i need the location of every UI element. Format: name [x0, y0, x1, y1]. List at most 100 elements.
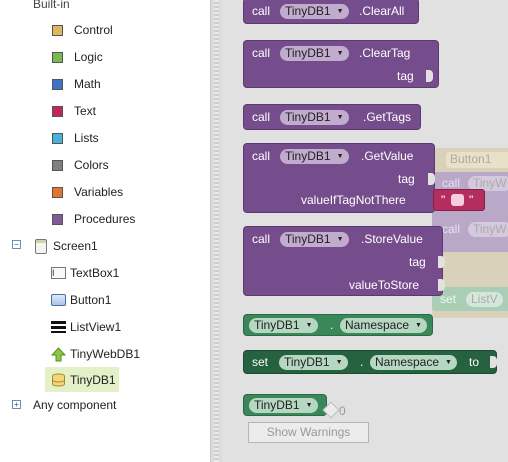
dropdown-arrow-icon: ▼	[336, 50, 344, 58]
component-dropdown[interactable]: TinyDB1 ▼	[280, 4, 349, 19]
builtin-item-logic[interactable]: Logic	[52, 47, 103, 67]
value-socket[interactable]	[490, 356, 497, 368]
collapse-screen1-toggle[interactable]: −	[12, 240, 21, 249]
dot-label: .	[330, 318, 334, 332]
quote-open: "	[441, 193, 446, 207]
value-if-tag-not-there-label: valueIfTagNotThere	[301, 193, 406, 207]
tinywebdb-icon	[50, 346, 67, 362]
builtin-item-label: Lists	[74, 131, 99, 145]
text-drawer-icon	[52, 105, 63, 117]
textbox-icon: I	[51, 267, 66, 279]
getvalue-block[interactable]: call TinyDB1 ▼ .GetValue tag valueIfTagNo…	[243, 143, 435, 213]
builtin-item-label: Control	[74, 23, 113, 37]
builtin-item-procedures[interactable]: Procedures	[52, 209, 135, 229]
dropdown-arrow-icon: ▼	[336, 153, 344, 161]
call-label: call	[252, 149, 271, 163]
call-label: call	[252, 46, 271, 60]
empty-text-block[interactable]: " "	[433, 189, 485, 211]
math-drawer-icon	[52, 78, 63, 90]
ghost-listview-dropdown: ListV	[466, 292, 503, 307]
builtin-item-variables[interactable]: Variables	[52, 182, 123, 202]
component-tinywebdb1[interactable]: TinyWebDB1	[50, 344, 140, 364]
logic-drawer-icon	[52, 51, 63, 63]
builtin-item-label: Procedures	[74, 212, 136, 226]
tinydb-icon	[51, 373, 66, 387]
to-label: to	[469, 355, 480, 369]
warnings-count: 0	[339, 404, 346, 418]
component-button1[interactable]: Button1	[51, 290, 111, 310]
dropdown-arrow-icon: ▼	[305, 402, 313, 410]
component-dropdown[interactable]: TinyDB1 ▼	[279, 355, 348, 370]
ghost-call-label-2: call	[442, 222, 461, 236]
builtin-item-label: Math	[74, 77, 101, 91]
tag-input-socket[interactable]	[426, 70, 433, 82]
storevalue-block[interactable]: call TinyDB1 ▼ .StoreValue tag valueToSto…	[243, 226, 445, 296]
builtin-item-label: Logic	[74, 50, 103, 64]
screen1-label: Screen1	[53, 239, 98, 253]
ghost-button-label: Button1	[450, 152, 492, 166]
dropdown-arrow-icon: ▼	[336, 114, 344, 122]
builtin-item-label: Variables	[74, 185, 124, 199]
property-dropdown[interactable]: Namespace ▼	[370, 355, 457, 370]
tag-input-socket[interactable]	[428, 173, 435, 185]
value-to-store-socket[interactable]	[438, 279, 445, 291]
lists-drawer-icon	[52, 132, 63, 144]
dropdown-arrow-icon: ▼	[336, 8, 344, 16]
dropdown-arrow-icon: ▼	[336, 236, 344, 244]
component-dropdown[interactable]: TinyDB1 ▼	[280, 46, 349, 61]
gettags-block[interactable]: call TinyDB1 ▼ .GetTags	[243, 104, 421, 130]
component-dropdown[interactable]: TinyDB1 ▼	[280, 232, 349, 247]
component-textbox1[interactable]: I TextBox1	[51, 263, 119, 283]
tag-socket-label: tag	[398, 172, 415, 186]
text-field[interactable]	[451, 194, 464, 206]
blocks-palette: Built-in Control Logic Math Text Lists C…	[0, 0, 210, 462]
component-listview1[interactable]: ListView1	[51, 317, 121, 337]
ghost-tinyweb-dropdown-2: TinyW	[468, 222, 508, 237]
button-icon	[51, 294, 66, 306]
builtin-item-control[interactable]: Control	[52, 20, 113, 40]
component-tinydb1[interactable]: TinyDB1	[45, 367, 119, 392]
screen1-node[interactable]: Screen1	[35, 236, 98, 256]
call-label: call	[252, 232, 271, 246]
value-to-store-label: valueToStore	[349, 278, 420, 292]
quote-close: "	[469, 193, 474, 207]
component-dropdown[interactable]: TinyDB1 ▼	[249, 398, 318, 413]
method-name: .GetTags	[363, 110, 412, 124]
procedures-drawer-icon	[52, 213, 63, 225]
builtin-item-math[interactable]: Math	[52, 74, 101, 94]
cleartag-block[interactable]: call TinyDB1 ▼ .ClearTag tag	[243, 40, 439, 88]
any-component-node[interactable]: Any component	[33, 395, 116, 415]
variables-drawer-icon	[52, 186, 63, 198]
clearall-block[interactable]: call TinyDB1 ▼ .ClearAll	[243, 0, 419, 24]
set-label: set	[252, 355, 269, 369]
dropdown-arrow-icon: ▼	[415, 322, 422, 330]
dot-label: .	[360, 355, 364, 369]
show-warnings-button[interactable]: Show Warnings	[248, 422, 369, 443]
namespace-getter-block[interactable]: TinyDB1 ▼ . Namespace ▼	[243, 314, 433, 336]
method-name: .ClearAll	[359, 4, 405, 18]
component-dropdown[interactable]: TinyDB1 ▼	[280, 110, 349, 125]
property-dropdown[interactable]: Namespace ▼	[340, 318, 427, 333]
expand-any-component-toggle[interactable]: +	[12, 400, 21, 409]
dropdown-arrow-icon: ▼	[305, 322, 313, 330]
tag-input-socket[interactable]	[438, 256, 445, 268]
namespace-setter-block[interactable]: set TinyDB1 ▼ . Namespace ▼ to	[243, 350, 497, 374]
component-label: ListView1	[70, 320, 122, 334]
builtin-item-text[interactable]: Text	[52, 101, 96, 121]
method-name: .StoreValue	[361, 232, 423, 246]
screen-icon	[35, 238, 47, 254]
builtin-label[interactable]: Built-in	[33, 0, 70, 14]
colors-drawer-icon	[52, 159, 63, 171]
blocks-workspace[interactable]: Button1 call TinyW call TinyW set ListV …	[222, 0, 508, 462]
component-dropdown[interactable]: TinyDB1 ▼	[280, 149, 349, 164]
component-block[interactable]: TinyDB1 ▼	[243, 394, 327, 416]
tag-socket-label: tag	[397, 69, 414, 83]
sidebar-splitter[interactable]	[210, 0, 222, 462]
dropdown-arrow-icon: ▼	[445, 359, 452, 367]
dropdown-arrow-icon: ▼	[335, 359, 343, 367]
component-dropdown[interactable]: TinyDB1 ▼	[249, 318, 318, 333]
component-label: TinyDB1	[70, 372, 116, 387]
builtin-item-colors[interactable]: Colors	[52, 155, 109, 175]
builtin-item-label: Text	[74, 104, 97, 118]
builtin-item-lists[interactable]: Lists	[52, 128, 99, 148]
